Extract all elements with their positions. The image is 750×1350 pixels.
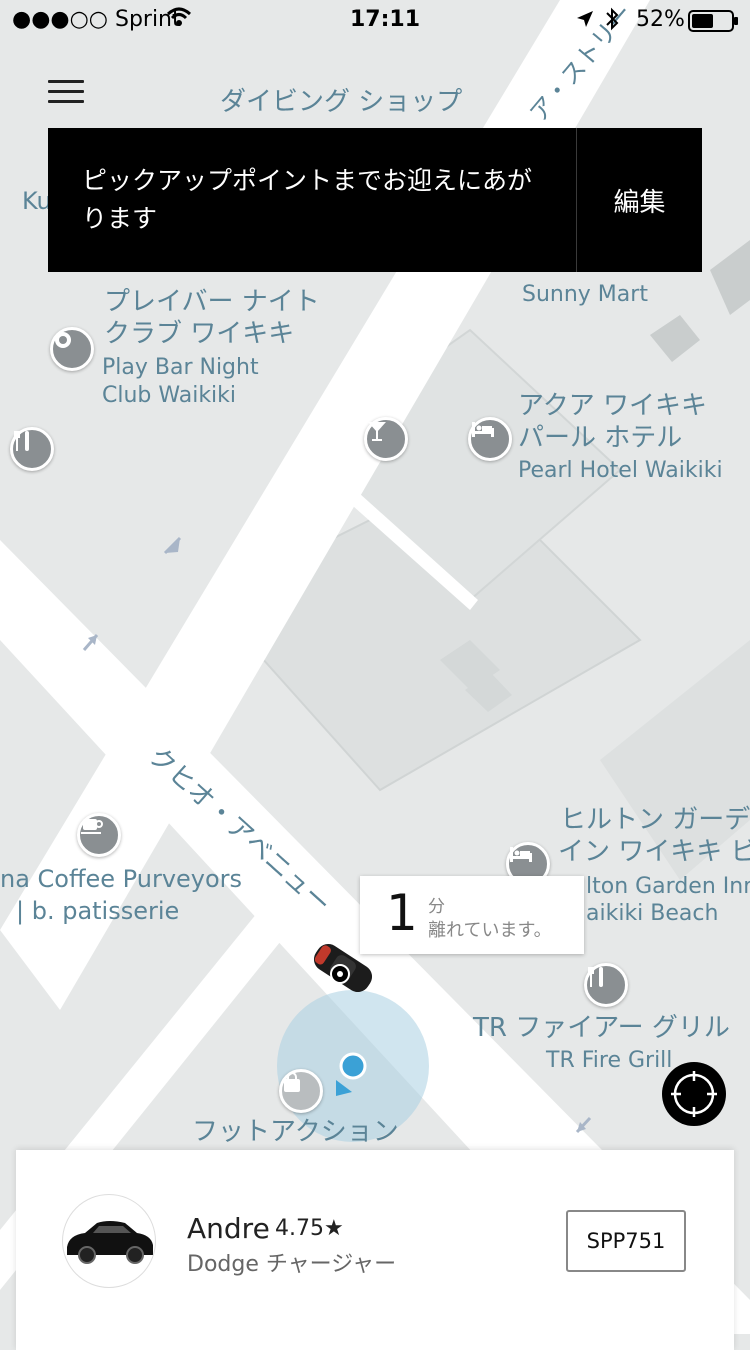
eta-minutes: 1	[386, 884, 418, 942]
map-label-playbar-jp-1: プレイバー ナイト	[104, 287, 320, 317]
wifi-icon	[166, 6, 192, 34]
map-label-playbar-en-2: Club Waikiki	[102, 383, 237, 408]
map-label-footaction: フットアクション	[192, 1117, 399, 1147]
battery-icon	[688, 10, 740, 38]
map-label-aqua-en: Pearl Hotel Waikiki	[518, 458, 723, 483]
pickup-banner: ピックアップポイントまでお迎えにあがります 編集	[48, 128, 702, 272]
map-label-sunny-mart: Sunny Mart	[522, 282, 648, 307]
map-label-hilton-jp-2: イン ワイキキ ビ	[558, 837, 750, 867]
driver-card[interactable]: Andre 4.75★ Dodge チャージャー SPP751	[16, 1150, 734, 1350]
fork-knife-icon[interactable]	[10, 427, 54, 471]
hamburger-menu-icon[interactable]	[48, 80, 84, 110]
map-label-playbar-jp-2: クラブ ワイキキ	[104, 319, 295, 349]
map-label-tr-en: TR Fire Grill	[546, 1048, 673, 1073]
vehicle-model: Dodge チャージャー	[187, 1252, 397, 1277]
crosshair-icon	[671, 1071, 717, 1117]
license-plate: SPP751	[566, 1210, 686, 1272]
bed-icon[interactable]	[468, 417, 512, 461]
edit-button[interactable]: 編集	[577, 128, 702, 272]
map-label-playbar-en-1: Play Bar Night	[102, 355, 259, 380]
map-label-aqua-jp-1: アクア ワイキキ	[518, 391, 707, 421]
status-bar: ●●●○○ Sprint 17:11 52%	[0, 0, 750, 40]
map-label-aqua-jp-2: パール ホテル	[518, 423, 683, 453]
map-label-hilton-en-1: lton Garden Inn	[586, 874, 750, 899]
carrier-signal: ●●●○○ Sprint	[12, 7, 181, 32]
coffee-cup-icon[interactable]	[77, 813, 121, 857]
eta-unit: 分	[428, 897, 445, 917]
circle-poi-icon[interactable]	[50, 327, 94, 371]
fork-knife-icon[interactable]	[584, 963, 628, 1007]
locate-me-button[interactable]	[662, 1062, 726, 1126]
driver-rating: 4.75★	[275, 1216, 344, 1241]
driver-name: Andre	[187, 1212, 270, 1245]
bluetooth-icon	[604, 6, 620, 38]
car-photo	[62, 1194, 156, 1288]
map-label-hilton-en-2: aikiki Beach	[586, 901, 719, 926]
map-label-tr-jp: TR ファイアー グリル	[473, 1013, 730, 1043]
cocktail-icon[interactable]	[364, 417, 408, 461]
map-label-hilton-jp-1: ヒルトン ガーデ	[560, 805, 750, 835]
pickup-message: ピックアップポイントまでお迎えにあがります	[82, 166, 533, 233]
eta-text: 離れています。	[428, 920, 552, 941]
map-label-coffee-2: | b. patisserie	[16, 897, 180, 925]
eta-bubble: 1 分 離れています。	[360, 876, 584, 954]
location-arrow-icon	[576, 9, 594, 34]
map-label-coffee-1: na Coffee Purveyors	[0, 865, 243, 893]
battery-percent: 52%	[636, 7, 685, 32]
clock: 17:11	[350, 7, 421, 32]
shopping-bag-icon[interactable]	[279, 1069, 323, 1113]
map-label-diving-shop: ダイビング ショップ	[220, 87, 463, 117]
